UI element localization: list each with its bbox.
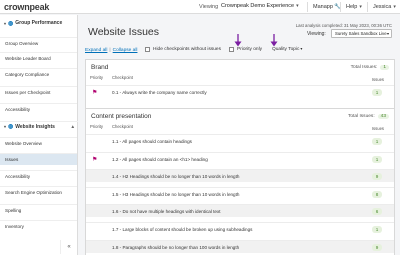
checkpoint-label: 1.5 - H3 Headings should be no longer th… — [112, 192, 240, 197]
collapse-all-link[interactable]: Collapse all — [113, 48, 138, 53]
table-row[interactable]: ⚑ 1.2 - All pages should contain an <h1>… — [86, 152, 394, 165]
sidebar-section-website-insights[interactable]: ▾ ◍ Website Insights ▴ — [0, 121, 78, 131]
issue-count-badge[interactable]: 1 — [372, 226, 382, 233]
table-row[interactable]: 1.6 - Do not have multiple headings with… — [86, 204, 394, 217]
caret-down-icon: ▾ — [4, 124, 7, 129]
expand-collapse-controls: Expand all | Collapse all — [85, 47, 138, 53]
sidebar-section-group-performance[interactable]: ▾ ◍ Group Performance — [0, 18, 78, 28]
sidebar-item-inventory[interactable]: Inventory — [0, 220, 77, 232]
page-title: Website Issues — [88, 26, 160, 38]
sidebar-item-accessibility-website[interactable]: Accessibility — [0, 170, 77, 182]
chevron-down-icon: ▾ — [296, 3, 299, 9]
priority-flag-icon: ⚑ — [92, 90, 98, 96]
environment-select[interactable]: Surety Sales Sandbox Live ▾ — [331, 29, 392, 38]
panel-title: Content presentation — [91, 113, 152, 120]
sidebar-item-issues[interactable]: Issues — [0, 153, 77, 165]
checkbox[interactable] — [229, 47, 234, 52]
collapse-sidebar-button[interactable]: « — [60, 240, 77, 254]
column-header-priority: Priority — [90, 124, 104, 129]
sidebar-item-group-overview[interactable]: Group Overview — [0, 37, 77, 49]
checkpoint-label: 1.4 - H2 Headings should be no longer th… — [112, 174, 240, 179]
table-row[interactable]: ⚑ 0.1 - Always write the company name co… — [86, 85, 394, 98]
annotation-arrow-down-icon — [270, 34, 278, 47]
table-row[interactable]: 1.4 - H2 Headings should be no longer th… — [86, 169, 394, 182]
table-row[interactable]: 1.7 - Large blocks of content should be … — [86, 222, 394, 235]
column-header-priority: Priority — [90, 75, 104, 80]
checkpoint-label: 1.2 - All pages should contain an <h1> h… — [112, 157, 208, 162]
checkpoint-label: 1.6 - Do not have multiple headings with… — [112, 209, 221, 214]
globe-icon: ◍ — [8, 124, 14, 130]
expand-all-link[interactable]: Expand all — [85, 48, 107, 53]
issue-count-badge[interactable]: 6 — [372, 208, 382, 215]
issue-count-badge[interactable]: 1 — [372, 138, 382, 145]
total-issues-badge: 1 — [380, 65, 389, 70]
annotation-arrow-down-icon — [234, 34, 242, 47]
checkpoint-label: 1.8 - Paragraphs should be no longer tha… — [112, 245, 240, 250]
last-analysis-text: Last analysis completed: 31 May 2023, 00… — [295, 23, 392, 28]
column-header-checkpoint: Checkpoint — [112, 75, 133, 80]
column-header-issues: Issues — [371, 126, 384, 131]
sidebar-item-accessibility[interactable]: Accessibility — [0, 103, 77, 115]
total-issues-badge: 43 — [377, 114, 389, 119]
chevron-down-icon: ▾ — [393, 4, 396, 10]
chevron-down-icon: ▾ — [359, 4, 362, 10]
table-row[interactable]: 1.5 - H3 Headings should be no longer th… — [86, 187, 394, 200]
help-menu[interactable]: Help ▾ — [346, 4, 362, 10]
divider — [367, 2, 368, 12]
main-content: Website Issues Last analysis completed: … — [79, 15, 400, 255]
chevron-down-icon: ▾ — [300, 46, 303, 51]
globe-icon: ◍ — [8, 20, 14, 27]
caret-down-icon: ▾ — [4, 20, 7, 26]
column-header-issues: Issues — [371, 77, 384, 82]
logo[interactable]: crownpeak — [4, 2, 49, 12]
divider — [340, 2, 341, 12]
sidebar-item-website-leader-board[interactable]: Website Leader Board — [0, 52, 77, 64]
viewing-label: Viewing: — [307, 31, 326, 37]
chevron-up-icon: ▴ — [71, 123, 74, 130]
hide-checkpoints-checkbox[interactable]: Hide checkpoints without issues — [145, 47, 221, 52]
sidebar: ▾ ◍ Group Performance Group Overview Web… — [0, 15, 78, 255]
issue-count-badge[interactable]: 1 — [372, 89, 382, 96]
checkbox[interactable] — [145, 47, 150, 52]
top-bar: crownpeak Viewing Crownpeak Demo Experie… — [0, 0, 400, 14]
checkpoint-label: 0.1 - Always write the company name corr… — [112, 90, 207, 95]
sidebar-item-seo[interactable]: Search Engine Optimization — [0, 186, 77, 198]
table-row[interactable]: 1.8 - Paragraphs should be no longer tha… — [86, 240, 394, 253]
issue-count-badge[interactable]: 9 — [372, 173, 382, 180]
site-selector[interactable]: Crownpeak Demo Experience ▾ — [221, 3, 299, 9]
total-issues: Total Issues: 1 — [351, 65, 389, 70]
priority-flag-icon: ⚑ — [92, 157, 98, 163]
content-presentation-panel: Content presentation Total Issues: 43 Pri… — [85, 108, 395, 255]
viewing-label: Viewing — [199, 4, 219, 10]
issue-count-badge[interactable]: 8 — [372, 191, 382, 198]
checkpoint-label: 1.7 - Large blocks of content should be … — [112, 227, 253, 232]
total-issues: Total Issues: 43 — [348, 114, 389, 119]
chevron-down-icon: ▾ — [386, 31, 389, 36]
sidebar-item-website-overview[interactable]: Website Overview — [0, 137, 77, 149]
priority-only-checkbox[interactable]: Priority only — [229, 47, 262, 52]
column-header-checkpoint: Checkpoint — [112, 124, 133, 129]
sidebar-item-issues-per-checkpoint[interactable]: Issues per Checkpoint — [0, 86, 77, 98]
divider — [307, 2, 308, 12]
user-menu[interactable]: Jessica ▾ — [373, 4, 396, 10]
panel-title: Brand — [91, 64, 109, 71]
manapp-button[interactable]: Manapp 🔧 — [313, 4, 341, 10]
sidebar-item-category-compliance[interactable]: Category Compliance — [0, 68, 77, 80]
table-row[interactable]: 1.1 - All pages should contain headings … — [86, 134, 394, 147]
issue-count-badge[interactable]: 9 — [372, 244, 382, 251]
sidebar-item-spelling[interactable]: Spelling — [0, 204, 77, 216]
checkpoint-label: 1.1 - All pages should contain headings — [112, 139, 192, 144]
issue-count-badge[interactable]: 1 — [372, 156, 382, 163]
